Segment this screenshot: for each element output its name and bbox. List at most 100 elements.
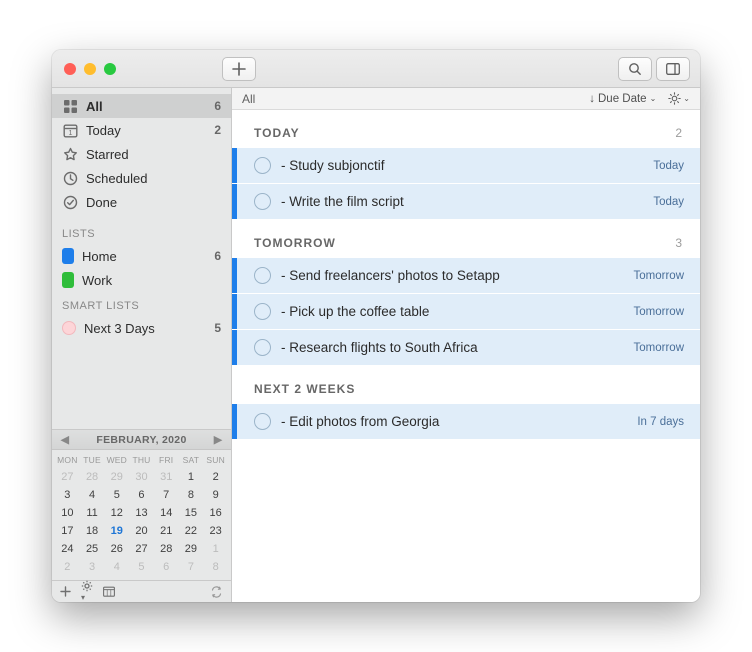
sidebar-smartlists-group: Next 3 Days5 (52, 316, 231, 340)
task-checkbox[interactable] (254, 303, 271, 320)
sidebar-item-today[interactable]: 1Today2 (52, 118, 231, 142)
section-header: TOMORROW3 (232, 220, 700, 258)
task-title: - Send freelancers' photos to Setapp (281, 268, 500, 283)
sort-label: Due Date (598, 93, 647, 105)
sidebar-lists-group: Home6Work (52, 244, 231, 292)
calendar-day[interactable]: 10 (55, 504, 80, 522)
calendar-day[interactable]: 29 (179, 540, 204, 558)
section-title: NEXT 2 WEEKS (254, 382, 355, 396)
clock-icon (62, 170, 78, 186)
content-area: All61Today2StarredScheduledDone LISTS Ho… (52, 88, 700, 602)
calendar-day[interactable]: 6 (154, 558, 179, 576)
calendar-toggle-button[interactable] (103, 586, 115, 597)
calendar-day[interactable]: 30 (129, 468, 154, 486)
sidebar-list-home[interactable]: Home6 (52, 244, 231, 268)
main-panel: All ↓ Due Date ⌄ ⌄ TODAY2- Study subjonc… (232, 88, 700, 602)
task-checkbox[interactable] (254, 339, 271, 356)
task-row[interactable]: - Write the film scriptToday (232, 184, 700, 220)
close-window-button[interactable] (64, 63, 76, 75)
calendar-day[interactable]: 28 (154, 540, 179, 558)
sidebar-item-count: 6 (214, 99, 221, 113)
add-list-button[interactable] (60, 586, 71, 597)
calendar-day[interactable]: 29 (104, 468, 129, 486)
sidebar-item-label: Starred (86, 147, 129, 162)
sidebar-list-work[interactable]: Work (52, 268, 231, 292)
calendar-day[interactable]: 21 (154, 522, 179, 540)
calendar-day[interactable]: 5 (104, 486, 129, 504)
calendar-day[interactable]: 7 (179, 558, 204, 576)
calendar-day[interactable]: 28 (80, 468, 105, 486)
calendar-day[interactable]: 5 (129, 558, 154, 576)
calendar-prev-button[interactable]: ◀ (56, 434, 74, 446)
calendar-day[interactable]: 1 (203, 540, 228, 558)
calendar-day[interactable]: 27 (55, 468, 80, 486)
calendar-day[interactable]: 9 (203, 486, 228, 504)
sort-menu[interactable]: ↓ Due Date ⌄ (585, 91, 660, 107)
task-row[interactable]: - Edit photos from GeorgiaIn 7 days (232, 404, 700, 440)
sidebar-smartlist[interactable]: Next 3 Days5 (52, 316, 231, 340)
sidebar-item-done[interactable]: Done (52, 190, 231, 214)
task-row[interactable]: - Research flights to South AfricaTomorr… (232, 330, 700, 366)
sidebar-item-count: 2 (214, 123, 221, 137)
task-row[interactable]: - Send freelancers' photos to SetappTomo… (232, 258, 700, 294)
zoom-window-button[interactable] (104, 63, 116, 75)
sidebar-item-scheduled[interactable]: Scheduled (52, 166, 231, 190)
calendar-day[interactable]: 31 (154, 468, 179, 486)
task-checkbox[interactable] (254, 413, 271, 430)
calendar-day[interactable]: 14 (154, 504, 179, 522)
calendar-grid: MONTUEWEDTHUFRISATSUN2728293031123456789… (52, 450, 231, 580)
calendar-day[interactable]: 8 (179, 486, 204, 504)
calendar-day[interactable]: 20 (129, 522, 154, 540)
task-row[interactable]: - Study subjonctifToday (232, 148, 700, 184)
calendar-day[interactable]: 16 (203, 504, 228, 522)
task-row[interactable]: - Pick up the coffee tableTomorrow (232, 294, 700, 330)
calendar-day[interactable]: 19 (104, 522, 129, 540)
calendar-day[interactable]: 13 (129, 504, 154, 522)
calendar-day[interactable]: 4 (80, 486, 105, 504)
sidebar-item-all[interactable]: All6 (52, 94, 231, 118)
filter-scope[interactable]: All (242, 92, 255, 106)
mini-calendar: ◀ FEBRUARY, 2020 ▶ MONTUEWEDTHUFRISATSUN… (52, 429, 231, 602)
brightness-icon (668, 92, 681, 105)
calendar-day[interactable]: 4 (104, 558, 129, 576)
calendar-day[interactable]: 7 (154, 486, 179, 504)
calendar-day[interactable]: 17 (55, 522, 80, 540)
calendar-day[interactable]: 22 (179, 522, 204, 540)
calendar-weekday: TUE (80, 452, 105, 468)
sync-button[interactable] (210, 586, 223, 598)
calendar-day[interactable]: 2 (55, 558, 80, 576)
search-button[interactable] (618, 57, 652, 81)
calendar-weekday: SUN (203, 452, 228, 468)
calendar-day[interactable]: 8 (203, 558, 228, 576)
task-due: Today (653, 160, 684, 172)
calendar-day[interactable]: 24 (55, 540, 80, 558)
sidebar-item-starred[interactable]: Starred (52, 142, 231, 166)
svg-text:1: 1 (68, 130, 72, 137)
calendar-day[interactable]: 2 (203, 468, 228, 486)
calendar-day[interactable]: 15 (179, 504, 204, 522)
task-checkbox[interactable] (254, 267, 271, 284)
task-checkbox[interactable] (254, 157, 271, 174)
settings-button[interactable]: ▾ (81, 580, 93, 602)
add-task-button[interactable] (222, 57, 256, 81)
minimize-window-button[interactable] (84, 63, 96, 75)
calendar-day[interactable]: 3 (80, 558, 105, 576)
calendar-day[interactable]: 11 (80, 504, 105, 522)
calendar-day[interactable]: 12 (104, 504, 129, 522)
calendar-day[interactable]: 27 (129, 540, 154, 558)
calendar-day[interactable]: 25 (80, 540, 105, 558)
calendar-day[interactable]: 18 (80, 522, 105, 540)
section-title: TOMORROW (254, 236, 336, 250)
calendar-header: ◀ FEBRUARY, 2020 ▶ (52, 430, 231, 450)
calendar-day[interactable]: 6 (129, 486, 154, 504)
calendar-day[interactable]: 1 (179, 468, 204, 486)
brightness-menu[interactable]: ⌄ (668, 92, 690, 105)
sidebar-item-label: Scheduled (86, 171, 147, 186)
calendar-day[interactable]: 26 (104, 540, 129, 558)
calendar-next-button[interactable]: ▶ (209, 434, 227, 446)
calendar-day[interactable]: 3 (55, 486, 80, 504)
calendar-day[interactable]: 23 (203, 522, 228, 540)
task-checkbox[interactable] (254, 193, 271, 210)
toggle-panel-button[interactable] (656, 57, 690, 81)
window-controls (64, 63, 116, 75)
